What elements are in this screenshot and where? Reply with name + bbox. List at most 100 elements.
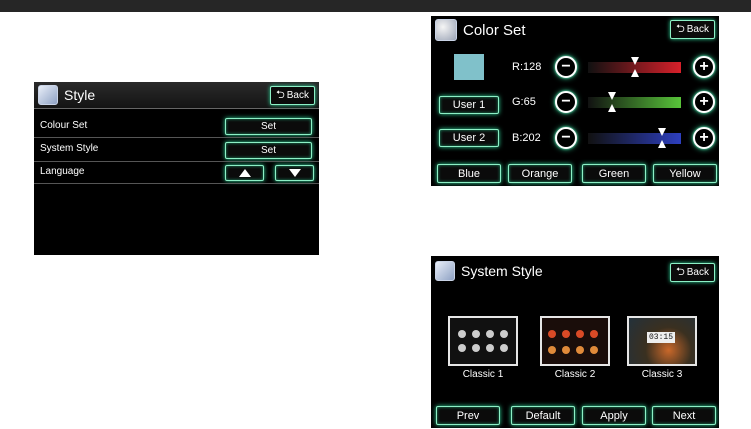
back-button[interactable]: ⮌ Back <box>669 263 715 282</box>
green-plus-button[interactable]: + <box>693 91 715 113</box>
theme-icon <box>562 330 570 338</box>
preset-orange-button[interactable]: Orange <box>508 164 572 183</box>
divider <box>34 137 319 138</box>
red-minus-button[interactable]: − <box>555 56 577 78</box>
green-slider-thumb[interactable] <box>608 92 616 112</box>
prev-button[interactable]: Prev <box>436 406 500 425</box>
return-arrow-icon: ⮌ <box>675 23 685 35</box>
theme-icon <box>562 346 570 354</box>
preset-green-button[interactable]: Green <box>582 164 646 183</box>
system-style-screen: System Style ⮌ Back Classic 1 Classic 2 … <box>431 256 719 428</box>
default-label: Default <box>525 409 561 422</box>
minus-icon: − <box>561 129 571 146</box>
theme-icon <box>500 330 508 338</box>
plus-icon: + <box>699 58 709 75</box>
blue-value-label: B:202 <box>512 132 541 144</box>
page-title: System Style <box>461 263 543 279</box>
language-down-button[interactable] <box>275 165 314 181</box>
page-title: Style <box>64 87 96 103</box>
return-arrow-icon: ⮌ <box>675 266 685 278</box>
color-title-bar: Color Set ⮌ Back <box>431 16 719 44</box>
theme-classic-1-thumbnail[interactable] <box>448 316 518 366</box>
language-up-button[interactable] <box>225 165 264 181</box>
apply-button[interactable]: Apply <box>582 406 646 425</box>
prev-label: Prev <box>456 409 480 422</box>
apply-label: Apply <box>600 409 628 422</box>
system-style-label: System Style <box>40 143 99 154</box>
system-style-button-label: Set <box>260 145 276 156</box>
theme-icon <box>472 330 480 338</box>
red-slider[interactable] <box>588 57 681 77</box>
back-button[interactable]: ⮌ Back <box>269 86 315 105</box>
minus-icon: − <box>561 58 571 75</box>
theme-clock: 03:15 <box>647 332 676 343</box>
plus-icon: + <box>699 129 709 146</box>
colour-set-label: Colour Set <box>40 120 88 131</box>
palette-icon <box>435 261 455 281</box>
theme-icon <box>576 330 584 338</box>
theme-classic-1-label: Classic 1 <box>462 369 504 380</box>
theme-classic-3-thumbnail[interactable]: 03:15 <box>627 316 697 366</box>
color-set-screen: Color Set ⮌ Back User 1 User 2 R:128 − +… <box>431 16 719 186</box>
preset-blue-button[interactable]: Blue <box>437 164 501 183</box>
colour-set-button[interactable]: Set <box>225 118 312 135</box>
color-preview-swatch <box>454 54 484 80</box>
back-label: Back <box>686 24 709 35</box>
back-label: Back <box>686 267 709 278</box>
divider <box>34 161 319 162</box>
return-arrow-icon: ⮌ <box>275 89 285 101</box>
theme-icon <box>500 344 508 352</box>
minus-icon: − <box>561 93 571 110</box>
preset-yellow-button[interactable]: Yellow <box>653 164 717 183</box>
theme-classic-2-label: Classic 2 <box>554 369 596 380</box>
user-1-button[interactable]: User 1 <box>439 96 499 114</box>
green-slider[interactable] <box>588 92 681 112</box>
theme-icon <box>458 330 466 338</box>
triangle-down-icon <box>288 169 301 177</box>
back-label: Back <box>286 90 309 101</box>
blue-plus-button[interactable]: + <box>693 127 715 149</box>
system-title-bar: System Style ⮌ Back <box>431 256 719 286</box>
user-2-button[interactable]: User 2 <box>439 129 499 147</box>
theme-icon <box>548 346 556 354</box>
red-value-label: R:128 <box>512 61 542 73</box>
preset-green-label: Green <box>598 167 630 180</box>
preset-yellow-label: Yellow <box>669 167 701 180</box>
theme-icon <box>458 344 466 352</box>
theme-icon <box>472 344 480 352</box>
next-label: Next <box>672 409 696 422</box>
style-title-bar: Style ⮌ Back <box>34 82 319 109</box>
red-plus-button[interactable]: + <box>693 56 715 78</box>
blue-minus-button[interactable]: − <box>555 127 577 149</box>
theme-classic-2-thumbnail[interactable] <box>540 316 610 366</box>
palette-icon <box>435 19 457 41</box>
page-title: Color Set <box>463 21 526 39</box>
red-slider-thumb[interactable] <box>631 57 639 77</box>
green-value-label: G:65 <box>512 96 536 108</box>
blue-slider[interactable] <box>588 128 681 148</box>
theme-icon <box>486 330 494 338</box>
language-label: Language <box>40 166 85 177</box>
theme-icon <box>576 346 584 354</box>
divider <box>34 183 319 184</box>
system-style-button[interactable]: Set <box>225 142 312 159</box>
theme-icon <box>590 330 598 338</box>
next-button[interactable]: Next <box>652 406 716 425</box>
top-bar <box>0 0 751 12</box>
plus-icon: + <box>699 93 709 110</box>
theme-icon <box>590 346 598 354</box>
preset-orange-label: Orange <box>521 167 559 180</box>
theme-icon <box>548 330 556 338</box>
preset-blue-label: Blue <box>457 167 481 180</box>
theme-classic-3-label: Classic 3 <box>641 369 683 380</box>
palette-icon <box>38 85 58 105</box>
default-button[interactable]: Default <box>511 406 575 425</box>
style-screen: Style ⮌ Back Colour Set Set System Style… <box>34 82 319 255</box>
green-minus-button[interactable]: − <box>555 91 577 113</box>
colour-set-button-label: Set <box>260 121 276 132</box>
user-2-label: User 2 <box>452 132 486 144</box>
triangle-up-icon <box>238 169 251 177</box>
back-button[interactable]: ⮌ Back <box>669 20 715 39</box>
blue-slider-thumb[interactable] <box>658 128 666 148</box>
user-1-label: User 1 <box>452 99 486 111</box>
